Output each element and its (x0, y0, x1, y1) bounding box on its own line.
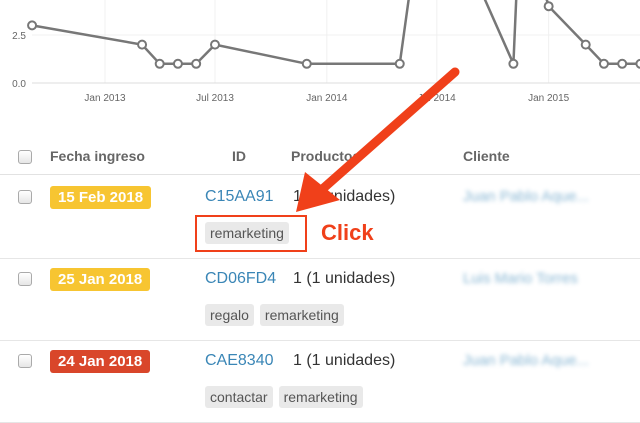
date-badge: 24 Jan 2018 (50, 350, 150, 373)
tag-list: contactar remarketing (205, 386, 363, 408)
tag-remarketing[interactable]: remarketing (279, 386, 363, 408)
header-client[interactable]: Cliente (463, 148, 510, 164)
order-id-link[interactable]: C15AA91 (205, 188, 274, 206)
date-badge: 25 Jan 2018 (50, 268, 150, 291)
table-row: 25 Jan 2018 CD06FD4 1 (1 unidades) Luis … (0, 258, 640, 341)
data-point (211, 41, 219, 49)
products-count: 1 (1 unidades) (293, 352, 395, 370)
annotation-click-label: Click (321, 220, 374, 246)
header-products[interactable]: Productos (291, 148, 360, 164)
data-point (192, 60, 200, 68)
x-tick-label: Jul 2013 (196, 93, 234, 104)
x-tick-label: Jan 2014 (306, 93, 348, 104)
products-count: 1 (1 unidades) (293, 188, 395, 206)
annotation-highlight-box (195, 215, 307, 252)
data-point (545, 2, 553, 10)
client-name-link[interactable]: Luis Mario Torres (463, 270, 578, 287)
table-row: 15 Feb 2018 C15AA91 1 (1 unidades) Juan … (0, 176, 640, 259)
header-id[interactable]: ID (232, 148, 246, 164)
data-point (28, 21, 36, 29)
tag-regalo[interactable]: regalo (205, 304, 254, 326)
y-tick-label: 2.5 (12, 31, 26, 42)
table-header: Fecha ingreso ID Productos Cliente (0, 140, 640, 175)
data-point (396, 60, 404, 68)
order-id-link[interactable]: CAE8340 (205, 352, 274, 370)
row-checkbox[interactable] (18, 272, 32, 286)
orders-line-chart: Jan 2013 Jul 2013 Jan 2014 Jul 2014 Jan 2015… (0, 0, 640, 110)
data-point (174, 60, 182, 68)
x-tick-label: Jan 2015 (528, 93, 570, 104)
data-point (582, 41, 590, 49)
data-point (303, 60, 311, 68)
data-point (636, 60, 640, 68)
x-tick-label: Jan 2013 (84, 93, 126, 104)
products-count: 1 (1 unidades) (293, 270, 395, 288)
tag-contactar[interactable]: contactar (205, 386, 273, 408)
client-name-link[interactable]: Juan Pablo Aque... (463, 188, 589, 205)
row-checkbox[interactable] (18, 190, 32, 204)
row-checkbox[interactable] (18, 354, 32, 368)
table-row: 24 Jan 2018 CAE8340 1 (1 unidades) Juan … (0, 340, 640, 423)
data-point (156, 60, 164, 68)
x-tick-label: Jul 2014 (418, 93, 456, 104)
data-point (618, 60, 626, 68)
select-all-checkbox[interactable] (18, 150, 32, 164)
data-point (600, 60, 608, 68)
tag-remarketing[interactable]: remarketing (260, 304, 344, 326)
date-badge: 15 Feb 2018 (50, 186, 151, 209)
client-name-link[interactable]: Juan Pablo Aque... (463, 352, 589, 369)
data-point (509, 60, 517, 68)
order-id-link[interactable]: CD06FD4 (205, 270, 276, 288)
y-tick-label: 0.0 (12, 79, 26, 90)
tag-list: regalo remarketing (205, 304, 344, 326)
data-point (138, 41, 146, 49)
header-date[interactable]: Fecha ingreso (50, 148, 145, 164)
